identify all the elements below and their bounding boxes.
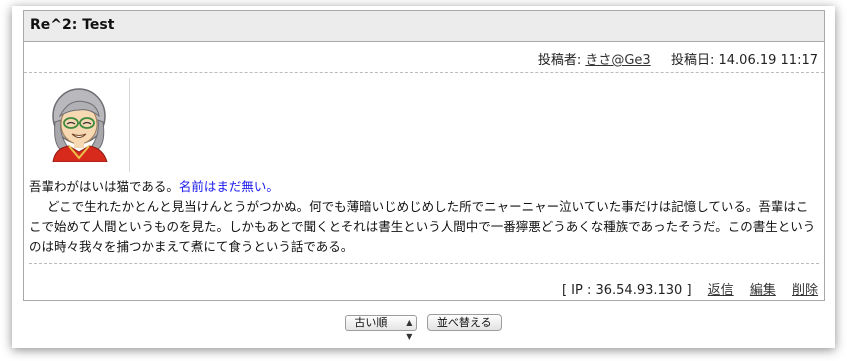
date-label: 投稿日: (670, 53, 715, 68)
author-label: 投稿者: (537, 53, 582, 68)
body-line1-text: 吾輩わがはいは猫である。 (29, 179, 179, 194)
sort-button[interactable]: 並べ替える (426, 314, 502, 331)
post-body: 吾輩わがはいは猫である。名前はまだ無い。 どこで生れたかとんと見当けんとうがつか… (29, 177, 819, 264)
post-box: Re^2: Test 投稿者: きさ@Ge3 投稿日: 14.06.19 11:… (23, 10, 825, 301)
updown-arrow-icon: ▲ ▼ (406, 317, 413, 341)
avatar (33, 78, 130, 172)
body-paragraph: どこで生れたかとんと見当けんとうがつかぬ。何でも薄暗いじめじめした所でニャーニャ… (29, 197, 819, 257)
author-link[interactable]: きさ@Ge3 (585, 53, 650, 68)
sort-order-select[interactable]: 古い順 ▲ ▼ (345, 314, 418, 341)
body-line1-highlight: 名前はまだ無い。 (178, 179, 279, 194)
body-line-1: 吾輩わがはいは猫である。名前はまだ無い。 (29, 177, 819, 197)
avatar-illustration-icon (52, 88, 108, 162)
body-paragraph-text: どこで生れたかとんと見当けんとうがつかぬ。何でも薄暗いじめじめした所でニャーニャ… (29, 199, 816, 254)
sort-controls: 古い順 ▲ ▼ 並べ替える (12, 314, 835, 341)
post-footer: [ IP : 36.54.93.130 ] 返信 編集 削除 (562, 279, 818, 298)
reply-link[interactable]: 返信 (708, 283, 734, 298)
edit-link[interactable]: 編集 (750, 283, 776, 298)
sort-selected-value: 古い順 (354, 315, 388, 329)
post-title: Re^2: Test (24, 11, 824, 42)
delete-link[interactable]: 削除 (792, 283, 818, 298)
window-frame: Re^2: Test 投稿者: きさ@Ge3 投稿日: 14.06.19 11:… (12, 6, 835, 348)
ip-address: [ IP : 36.54.93.130 ] (561, 283, 692, 298)
post-meta: 投稿者: きさ@Ge3 投稿日: 14.06.19 11:17 (24, 42, 824, 73)
date-value: 14.06.19 11:17 (718, 53, 819, 68)
